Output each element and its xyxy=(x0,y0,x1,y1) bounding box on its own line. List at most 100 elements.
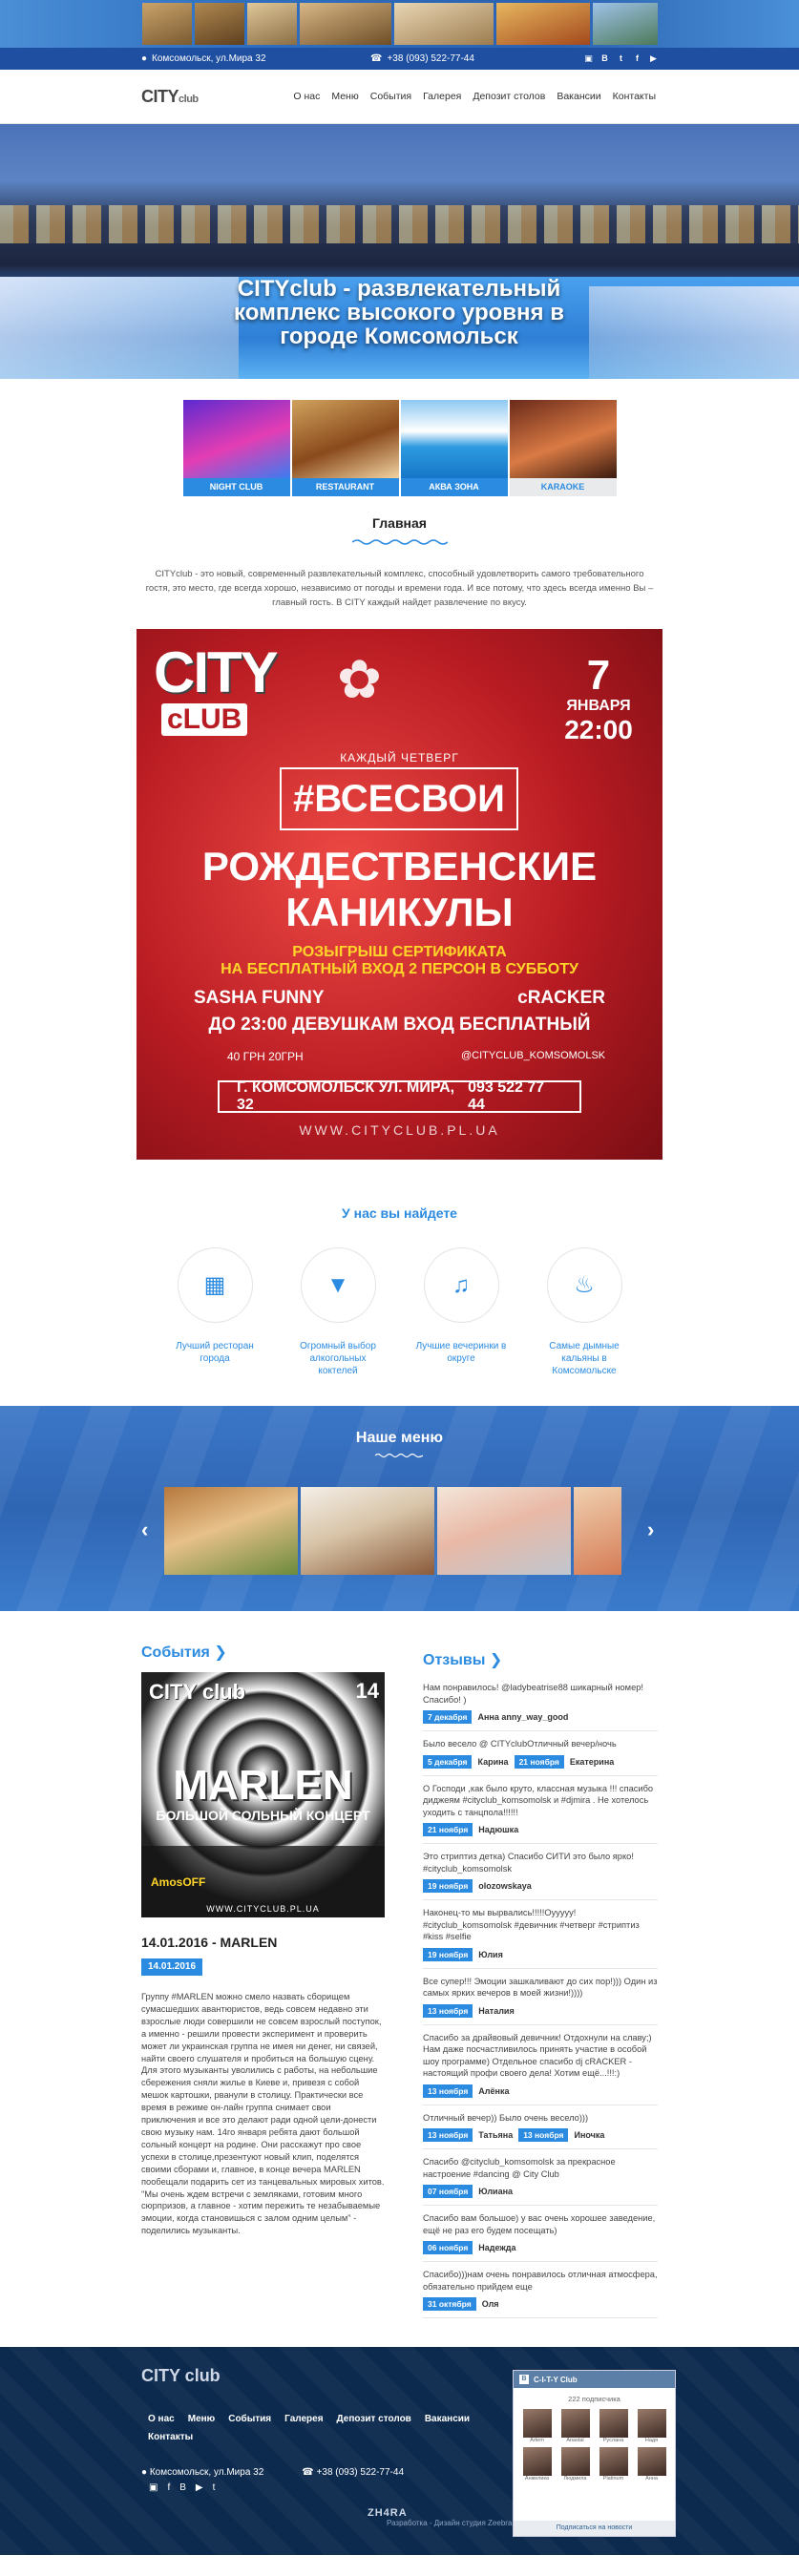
avatar-name[interactable]: Руслана xyxy=(599,2438,628,2443)
nav-item-events[interactable]: События xyxy=(370,91,411,102)
avatar-name[interactable]: Anastal xyxy=(561,2438,590,2443)
events-heading[interactable]: События ❯ xyxy=(141,1643,385,1662)
footer-nav-about[interactable]: О нас xyxy=(148,2414,175,2424)
category-label[interactable]: АКВА ЗОНА xyxy=(400,478,508,496)
youtube-icon[interactable]: ▶ xyxy=(196,2482,203,2493)
category-image[interactable] xyxy=(291,400,399,478)
header-phone-text[interactable]: +38 (093) 522-77-44 xyxy=(387,53,473,64)
avatar-name[interactable]: Анжелика xyxy=(523,2476,552,2482)
footer-nav-contacts[interactable]: Контакты xyxy=(148,2432,193,2442)
menu-dish-image[interactable] xyxy=(301,1487,434,1575)
instagram-icon[interactable]: ▣ xyxy=(584,54,593,63)
footer-menu: О нас Меню События Галерея Депозит столо… xyxy=(148,2414,492,2442)
avatar-name[interactable]: Людмила xyxy=(561,2476,590,2482)
widget-title[interactable]: C-I-T-Y Club xyxy=(534,2376,578,2384)
footer-phone-text[interactable]: +38 (093) 522-77-44 xyxy=(317,2467,404,2478)
nav-item-menu[interactable]: Меню xyxy=(331,91,358,102)
review-date-badge: 13 ноября xyxy=(423,2128,473,2142)
avatar[interactable] xyxy=(522,2447,552,2476)
twitter-icon[interactable]: t xyxy=(213,2482,216,2493)
main-section: Главная CITYclub - это новый, современны… xyxy=(0,515,799,610)
event-title[interactable]: 14.01.2016 - MARLEN xyxy=(141,1935,385,1950)
avatar[interactable] xyxy=(599,2409,628,2438)
review-item: Нам понравилось! @ladybeatrise88 шикарны… xyxy=(423,1675,658,1731)
category-restaurant[interactable]: RESTAURANT xyxy=(291,400,399,496)
site-logo[interactable]: CITY club xyxy=(141,87,199,107)
avatar-name[interactable]: Анна xyxy=(638,2476,666,2482)
category-night-club[interactable]: NIGHT CLUB xyxy=(182,400,290,496)
twitter-icon[interactable]: t xyxy=(617,54,625,63)
chevron-right-icon[interactable]: ❯ xyxy=(214,1644,226,1661)
review-item: Спасибо вам большое) у вас очень хорошее… xyxy=(423,2206,658,2262)
reviews-heading[interactable]: Отзывы ❯ xyxy=(423,1650,658,1669)
widget-header[interactable]: B C-I-T-Y Club xyxy=(514,2371,675,2388)
avatar[interactable] xyxy=(560,2409,590,2438)
category-image[interactable] xyxy=(509,400,617,478)
avatar[interactable] xyxy=(560,2447,590,2476)
feature-text: Самые дымные кальяны в Комсомольске xyxy=(549,1341,620,1376)
menu-dish-image[interactable] xyxy=(437,1487,571,1575)
review-author: Анна anny_way_good xyxy=(477,1712,569,1722)
category-aqua-zone[interactable]: АКВА ЗОНА xyxy=(400,400,508,496)
footer-nav-menu[interactable]: Меню xyxy=(188,2414,215,2424)
youtube-icon[interactable]: ▶ xyxy=(649,54,658,63)
widget-follow-button[interactable]: Подписаться на новости xyxy=(514,2521,675,2536)
reviews-heading-text[interactable]: Отзывы xyxy=(423,1652,485,1668)
avatar[interactable] xyxy=(599,2447,628,2476)
category-label[interactable]: KARAOKE xyxy=(509,478,617,496)
category-image[interactable] xyxy=(400,400,508,478)
footer-phone[interactable]: ☎ +38 (093) 522-77-44 xyxy=(302,2467,404,2478)
main-navbar: CITY club О нас Меню События Галерея Деп… xyxy=(0,70,799,124)
footer-social: ▣ f B ▶ t xyxy=(149,2482,215,2493)
instagram-icon[interactable]: ▣ xyxy=(149,2482,158,2493)
nav-item-vacancies[interactable]: Вакансии xyxy=(557,91,600,102)
developer-logo[interactable]: ZH4RA xyxy=(368,2507,408,2519)
intro-text: CITYclub - это новый, современный развле… xyxy=(145,569,654,608)
facebook-icon[interactable]: f xyxy=(167,2482,170,2493)
header-phone[interactable]: ☎ +38 (093) 522-77-44 xyxy=(370,53,474,64)
review-text: Все супер!!! Эмоции зашкаливают до сих п… xyxy=(423,1976,658,1999)
widget-avatars xyxy=(514,2447,675,2476)
footer-nav-gallery[interactable]: Галерея xyxy=(284,2414,323,2424)
nav-item-contacts[interactable]: Контакты xyxy=(613,91,656,102)
social-links: ▣ B t f ▶ xyxy=(584,54,658,63)
avatar[interactable] xyxy=(637,2409,666,2438)
avatar-name[interactable]: Platinum xyxy=(599,2476,628,2482)
chevron-right-icon[interactable]: ❯ xyxy=(490,1652,502,1668)
feature-text: Огромный выбор алкогольных коктелей xyxy=(300,1341,376,1376)
event-poster[interactable]: CITY cLUB ✿ 7 ЯНВАРЯ 22:00 КАЖДЫЙ ЧЕТВЕР… xyxy=(137,629,662,1160)
vk-icon[interactable]: B xyxy=(179,2482,186,2493)
avatar-name[interactable]: Надя xyxy=(638,2438,666,2443)
menu-dish-image[interactable] xyxy=(574,1487,621,1575)
avatar[interactable] xyxy=(522,2409,552,2438)
footer-nav-events[interactable]: События xyxy=(228,2414,271,2424)
carousel-next-button[interactable]: › xyxy=(647,1518,654,1542)
carousel-prev-button[interactable]: ‹ xyxy=(141,1518,148,1542)
logo-text[interactable]: CITY xyxy=(141,87,179,107)
poster-dj: cRACKER xyxy=(517,988,605,1008)
footer-logo[interactable]: CITY club xyxy=(141,2366,221,2386)
category-label[interactable]: NIGHT CLUB xyxy=(182,478,290,496)
facebook-icon[interactable]: f xyxy=(633,54,641,63)
nav-menu: О нас Меню События Галерея Депозит столо… xyxy=(293,91,656,102)
feature-item: ♫ Лучшие вечеринки в округе xyxy=(413,1247,509,1377)
event-image[interactable]: CITY club 14 MARLEN БОЛЬШОЙ СОЛЬНЫЙ КОНЦ… xyxy=(141,1672,385,1917)
category-image[interactable] xyxy=(182,400,290,478)
review-date-badge: 31 октября xyxy=(423,2297,476,2311)
events-heading-text[interactable]: События xyxy=(141,1644,210,1661)
category-label[interactable]: RESTAURANT xyxy=(291,478,399,496)
footer-nav-vacancies[interactable]: Вакансии xyxy=(425,2414,470,2424)
footer-nav-deposit[interactable]: Депозит столов xyxy=(337,2414,411,2424)
nav-item-gallery[interactable]: Галерея xyxy=(423,91,461,102)
vk-icon[interactable]: B xyxy=(600,54,609,63)
logo-subtext[interactable]: club xyxy=(179,94,199,105)
nav-item-deposit[interactable]: Депозит столов xyxy=(473,91,545,102)
avatar-name[interactable]: Artem xyxy=(523,2438,552,2443)
menu-dish-image[interactable] xyxy=(164,1487,298,1575)
poster-logo: CITY xyxy=(154,640,279,704)
menu-carousel-section: Наше меню ‹ › xyxy=(0,1406,799,1611)
category-karaoke[interactable]: KARAOKE xyxy=(509,400,617,496)
avatar[interactable] xyxy=(637,2447,666,2476)
review-author: Алёнка xyxy=(478,2085,510,2096)
nav-item-about[interactable]: О нас xyxy=(293,91,320,102)
